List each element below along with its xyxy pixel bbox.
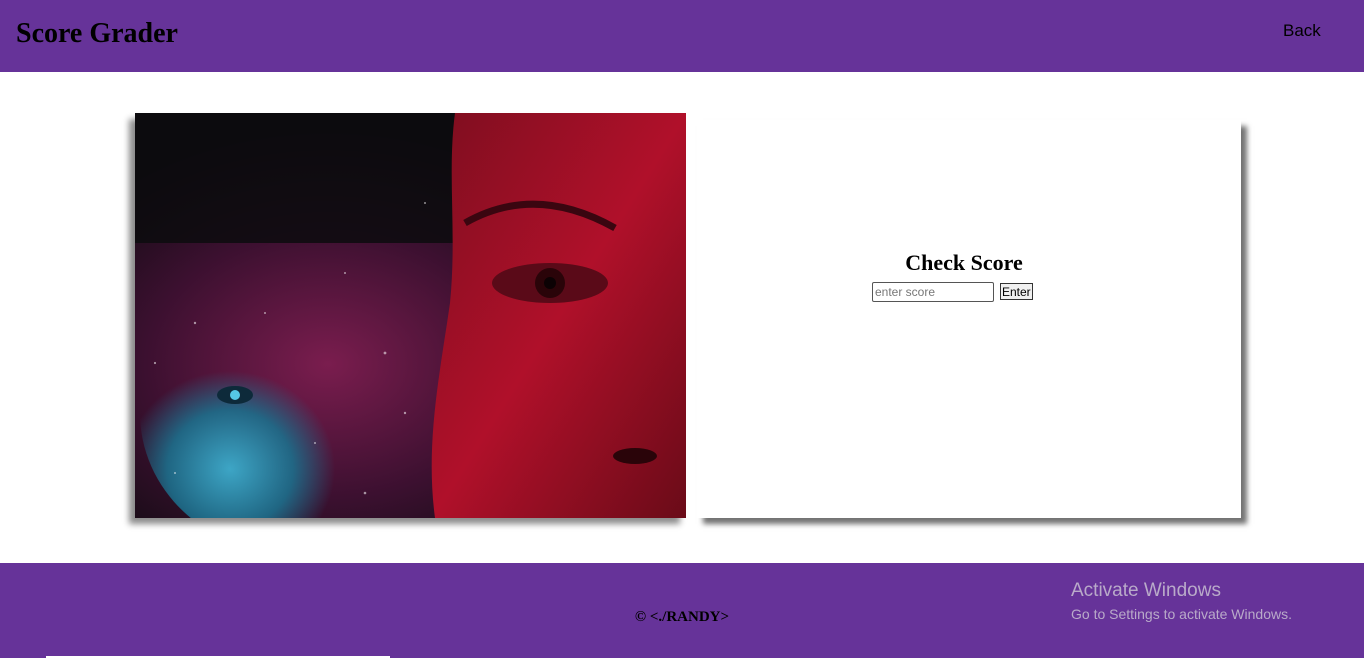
activate-windows-title: Activate Windows: [1071, 580, 1221, 601]
check-score-heading: Check Score: [905, 250, 1023, 275]
site-header: Score Grader Back: [0, 0, 1364, 72]
site-title: Score Grader: [16, 18, 178, 49]
site-footer: © <./RANDY> Activate Windows Go to Setti…: [0, 563, 1364, 658]
score-input[interactable]: [872, 282, 994, 302]
activate-windows-subtitle: Go to Settings to activate Windows.: [1071, 606, 1292, 622]
enter-button[interactable]: Enter: [1000, 283, 1033, 300]
hero-image: [135, 113, 686, 518]
back-link[interactable]: Back: [1283, 20, 1321, 42]
score-card: Check Score Enter: [697, 120, 1241, 518]
